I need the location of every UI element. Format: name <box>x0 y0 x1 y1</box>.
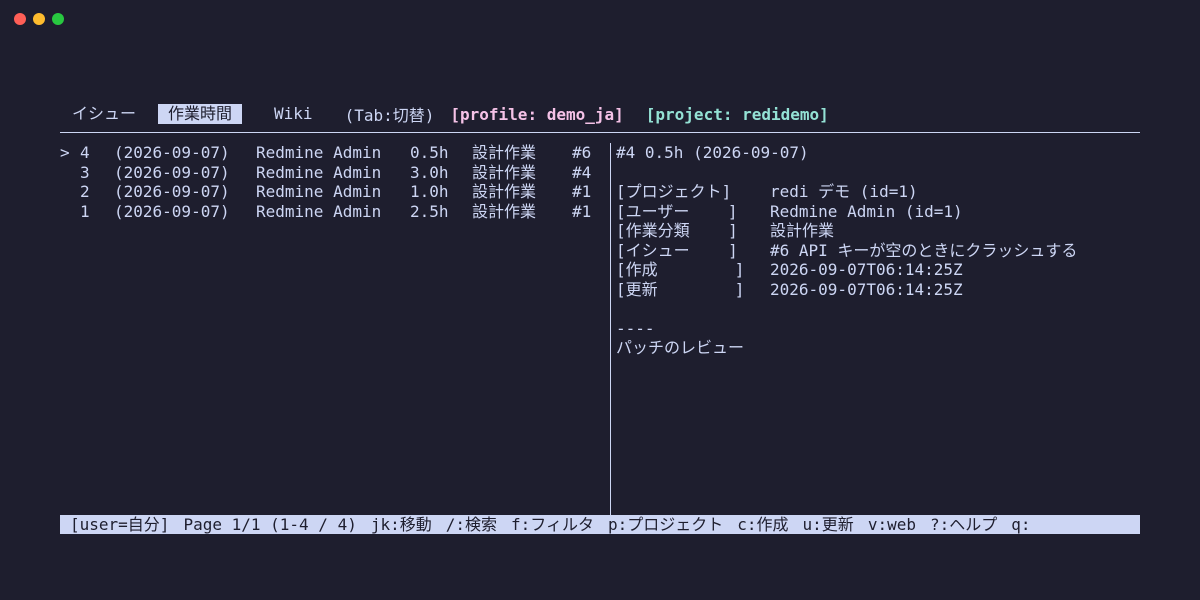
entry-id: 4 <box>80 143 90 162</box>
profile-indicator: [profile: demo_ja] <box>450 104 624 124</box>
entry-issue: #4 <box>572 162 592 182</box>
field-label: [ユーザー ] <box>616 201 738 221</box>
field-label: [プロジェクト] <box>616 182 732 201</box>
field-value: #6 API キーが空のときにクラッシュする <box>770 240 1078 260</box>
entry-id: 2 <box>80 182 90 201</box>
key-hint-create: c:作成 <box>737 515 789 534</box>
field-value: 2026-09-07T06:14:25Z <box>770 260 963 279</box>
entry-hours: 2.5h <box>410 201 449 221</box>
key-hint-project: p:プロジェクト <box>607 515 724 534</box>
entry-issue: #1 <box>572 182 592 201</box>
time-entry-row[interactable]: 1 (2026-09-07) Redmine Admin 2.5h 設計作業 #… <box>60 202 608 222</box>
field-label: [更新 ] <box>616 279 745 299</box>
field-label: [作成 ] <box>616 260 745 279</box>
key-hint-filter: f:フィルタ <box>511 515 594 534</box>
detail-field-user: [ユーザー ] Redmine Admin (id=1) <box>616 202 1136 222</box>
entry-user: Redmine Admin <box>256 162 382 182</box>
entry-activity: 設計作業 <box>472 201 537 221</box>
entry-issue: #6 <box>572 143 592 162</box>
entry-activity: 設計作業 <box>472 162 537 182</box>
tab-issues[interactable]: イシュー <box>70 104 138 124</box>
field-value: redi デモ (id=1) <box>770 182 918 201</box>
key-hint-web: v:web <box>867 515 916 534</box>
time-entry-row[interactable]: 2 (2026-09-07) Redmine Admin 1.0h 設計作業 #… <box>60 182 608 202</box>
selection-marker <box>60 182 80 202</box>
project-indicator: [project: redidemo] <box>645 104 829 124</box>
time-entry-row[interactable]: 3 (2026-09-07) Redmine Admin 3.0h 設計作業 #… <box>60 163 608 183</box>
key-hint-help: ?:ヘルプ <box>929 515 998 534</box>
time-entry-list: > 4 (2026-09-07) Redmine Admin 0.5h 設計作業… <box>60 143 608 221</box>
tab-bar: イシュー 作業時間 Wiki (Tab:切替) [profile: demo_j… <box>70 103 829 125</box>
key-hint-search: /:検索 <box>445 515 498 534</box>
status-bar: [user=自分] Page 1/1 (1-4 / 4) jk:移動 /:検索 f:フィ… <box>60 515 1140 534</box>
detail-field-updated: [更新 ] 2026-09-07T06:14:25Z <box>616 280 1136 300</box>
entry-date: (2026-09-07) <box>114 162 230 182</box>
detail-header: #4 0.5h (2026-09-07) <box>616 143 809 162</box>
entry-user: Redmine Admin <box>256 143 382 162</box>
field-value: 設計作業 <box>770 221 835 240</box>
entry-hours: 0.5h <box>410 143 449 162</box>
field-label: [作業分類 ] <box>616 221 738 240</box>
pane-divider <box>610 143 611 515</box>
tab-time-entries[interactable]: 作業時間 <box>158 104 243 124</box>
detail-pane: #4 0.5h (2026-09-07) [プロジェクト] redi デモ (id… <box>616 143 1136 358</box>
detail-field-project: [プロジェクト] redi デモ (id=1) <box>616 182 1136 202</box>
entry-hours: 1.0h <box>410 182 449 201</box>
detail-comment: パッチのレビュー <box>616 338 745 357</box>
detail-field-activity: [作業分類 ] 設計作業 <box>616 221 1136 241</box>
field-value: 2026-09-07T06:14:25Z <box>770 279 963 299</box>
selection-marker: > <box>60 143 70 162</box>
close-window-button[interactable] <box>14 13 26 25</box>
entry-date: (2026-09-07) <box>114 201 230 221</box>
entry-hours: 3.0h <box>410 162 449 182</box>
maximize-window-button[interactable] <box>52 13 64 25</box>
entry-activity: 設計作業 <box>472 143 537 162</box>
detail-separator: ---- <box>616 318 655 338</box>
detail-field-issue: [イシュー ] #6 API キーが空のときにクラッシュする <box>616 241 1136 261</box>
entry-date: (2026-09-07) <box>114 182 230 201</box>
selection-marker <box>60 202 80 222</box>
user-filter-indicator: [user=自分] <box>70 515 170 534</box>
entry-activity: 設計作業 <box>472 182 537 201</box>
detail-field-created: [作成 ] 2026-09-07T06:14:25Z <box>616 260 1136 280</box>
key-hint-quit: q: <box>1011 515 1031 534</box>
header-divider <box>60 132 1140 133</box>
field-value: Redmine Admin (id=1) <box>770 201 963 221</box>
selection-marker <box>60 163 80 183</box>
entry-id: 3 <box>80 162 90 182</box>
key-hint-update: u:更新 <box>802 515 854 534</box>
field-label: [イシュー ] <box>616 240 738 260</box>
entry-user: Redmine Admin <box>256 182 382 201</box>
page-indicator: Page 1/1 (1-4 / 4) <box>183 515 357 534</box>
entry-id: 1 <box>80 201 90 221</box>
time-entry-row[interactable]: > 4 (2026-09-07) Redmine Admin 0.5h 設計作業… <box>60 143 608 163</box>
tab-switch-hint: (Tab:切替) <box>344 106 435 125</box>
tab-wiki[interactable]: Wiki <box>272 104 315 124</box>
entry-date: (2026-09-07) <box>114 143 230 162</box>
minimize-window-button[interactable] <box>33 13 45 25</box>
key-hint-move: jk:移動 <box>370 515 432 534</box>
entry-issue: #1 <box>572 201 592 221</box>
window-controls <box>14 13 64 25</box>
entry-user: Redmine Admin <box>256 201 382 221</box>
